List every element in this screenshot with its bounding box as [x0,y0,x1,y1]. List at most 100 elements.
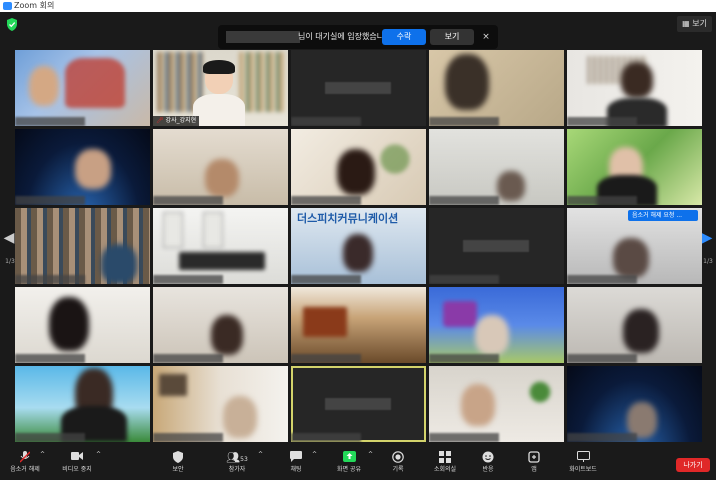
host-nameplate: 🎤︎ 강사_강지현 [153,116,200,126]
participants-button[interactable]: 👥︎53 참가자 [222,451,252,479]
blurred-face [211,315,243,355]
chat-bubble-icon [284,451,308,465]
video-tile-off[interactable] [429,208,564,284]
blurred-face [337,149,375,195]
participant-name [153,433,223,442]
video-tile[interactable] [15,287,150,363]
video-tile[interactable] [15,366,150,442]
video-tile[interactable] [567,129,702,205]
window-titlebar: Zoom 회의 [0,0,716,12]
participant-name [15,354,85,363]
see-waiting-room-button[interactable]: 보기 [430,29,474,45]
encryption-shield-icon[interactable] [6,18,18,31]
blurred-face [223,396,257,438]
video-tile[interactable] [153,287,288,363]
video-tile[interactable] [291,129,426,205]
blurred-face [49,297,89,351]
blurred-face [343,234,373,272]
participant-name [429,354,499,363]
record-button[interactable]: 기록 [386,451,410,479]
page-indicator-right: 1/3 [703,258,713,265]
blurred-name [226,31,300,43]
waiting-room-banner: 님이 대기실에 입장했습니다 수락 보기 × [218,25,498,49]
video-tile-off[interactable] [291,50,426,126]
view-button[interactable]: ▦ 보기 [677,16,712,32]
close-banner-icon[interactable]: × [480,29,492,45]
share-screen-button[interactable]: 화면 공유 [330,451,368,479]
blurred-face [445,54,489,110]
audio-options-caret[interactable]: ^ [40,451,45,479]
purple-cushion [443,301,477,327]
participant-name [567,275,637,284]
apps-icon [524,451,544,465]
participant-name [429,196,499,205]
company-watermark: 더스피치커뮤니케이션 [297,212,399,225]
reactions-button[interactable]: 반응 [476,451,500,479]
participant-name-placeholder [463,240,529,252]
blurred-face [475,315,509,355]
video-tile[interactable] [429,50,564,126]
participant-name-placeholder [325,398,391,410]
video-tile-host[interactable]: 🎤︎ 강사_강지현 [153,50,288,126]
video-tile-active-speaker[interactable] [291,366,426,442]
share-screen-icon [330,451,368,465]
participant-name [291,196,361,205]
table [179,252,265,270]
plant [375,129,415,189]
smiley-icon [476,451,500,465]
blurred-face [75,149,111,189]
apps-button[interactable]: 앱 [524,451,544,479]
video-tile[interactable] [567,50,702,126]
whiteboard-button[interactable]: 화이트보드 [562,451,604,479]
grid-icon: ▦ [682,19,693,28]
leave-meeting-button[interactable]: 나가기 [676,458,710,472]
plant [525,372,555,412]
stop-video-button[interactable]: 비디오 중지 [56,451,98,479]
breakout-rooms-button[interactable]: 소회의실 [428,451,462,479]
video-tile[interactable] [15,50,150,126]
video-tile[interactable] [15,129,150,205]
previous-page-button[interactable]: ◀ 1/3 [3,230,15,270]
zoom-logo-icon [3,2,12,10]
cabinet [303,307,347,337]
video-tile[interactable] [567,366,702,442]
host-body [193,94,245,126]
window-title: Zoom 회의 [14,1,55,10]
picture-frame [159,374,187,396]
blurred-face [29,66,59,106]
chat-options-caret[interactable]: ^ [312,451,317,479]
video-tile[interactable] [429,129,564,205]
participant-name [15,196,85,205]
video-tile[interactable] [153,208,288,284]
blurred-face [621,62,653,98]
breakout-grid-icon [428,451,462,465]
share-options-caret[interactable]: ^ [368,451,373,479]
security-button[interactable]: 보안 [164,451,192,479]
participant-name [153,275,223,284]
window [203,212,223,248]
video-tile[interactable] [15,208,150,284]
participant-name [291,275,361,284]
participants-options-caret[interactable]: ^ [258,451,263,479]
chevron-right-icon: ▶ [701,230,713,246]
participant-name [15,275,85,284]
video-tile[interactable] [567,287,702,363]
video-tile[interactable]: 더스피치커뮤니케이션 [291,208,426,284]
video-background [429,129,564,205]
video-options-caret[interactable]: ^ [96,451,101,479]
video-tile[interactable] [291,287,426,363]
participant-name [429,433,499,442]
participant-name [291,433,361,442]
security-shield-icon [164,451,192,465]
unmute-request-banner[interactable]: 음소거 해제 요청 ... [628,210,698,221]
participant-name [15,117,85,126]
next-page-button[interactable]: ▶ 1/3 [701,230,713,270]
video-tile[interactable] [153,366,288,442]
admit-button[interactable]: 수락 [382,29,426,45]
video-tile[interactable] [429,287,564,363]
chat-button[interactable]: 채팅 [284,451,308,479]
video-tile[interactable] [153,129,288,205]
participant-name [153,354,223,363]
gallery-grid: 🎤︎ 강사_강지현 더스피치커뮤니케이션 음소거 해제 요청 ... [15,50,702,445]
video-tile[interactable] [429,366,564,442]
